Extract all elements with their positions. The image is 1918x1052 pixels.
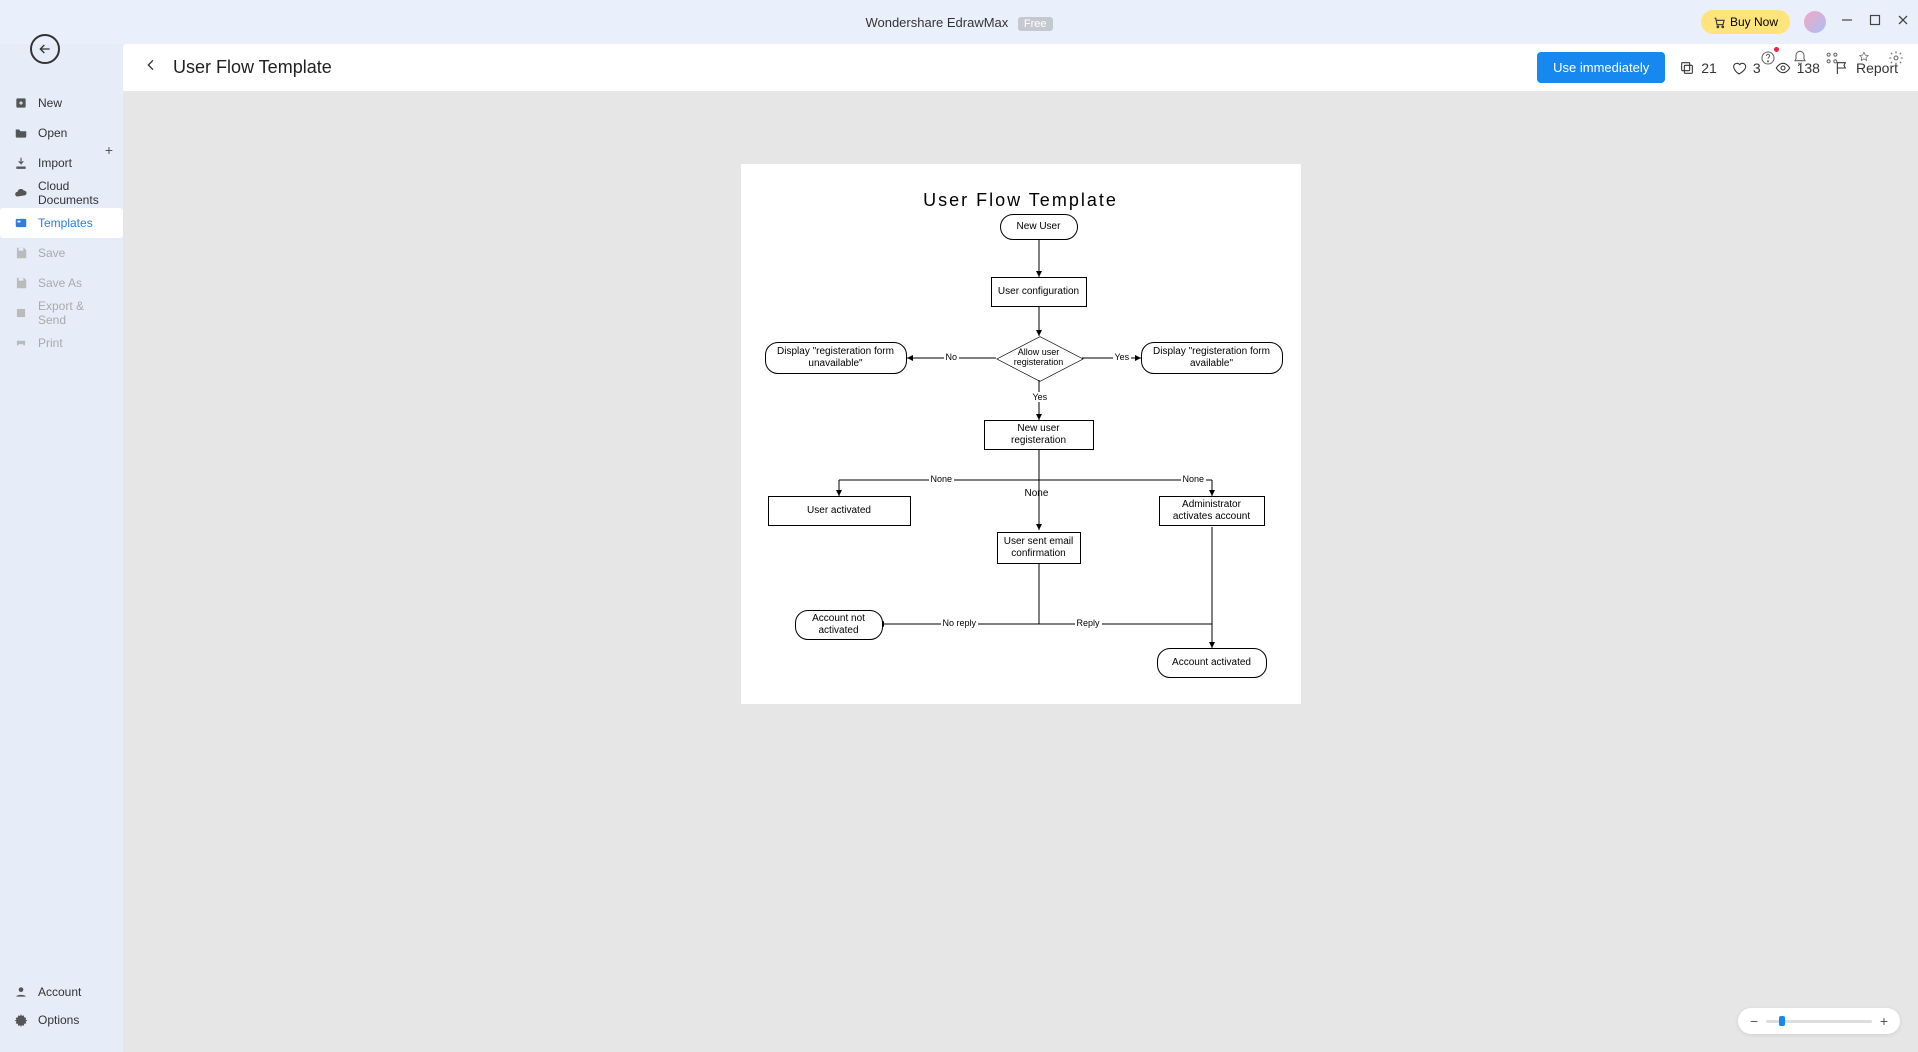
edge-label-no-reply: No reply	[941, 618, 979, 628]
node-decision[interactable]: Allow user registeration	[996, 336, 1082, 380]
edge-label-yes-down: Yes	[1031, 392, 1050, 402]
canvas-area[interactable]: User Flow Template	[123, 91, 1918, 1052]
page-title: User Flow Template	[173, 57, 332, 78]
content-header: User Flow Template Use immediately 21 3 …	[123, 44, 1918, 91]
back-button[interactable]	[30, 34, 60, 64]
edge-label-no: No	[944, 352, 960, 362]
sidebar-item-print[interactable]: Print	[0, 328, 123, 358]
zoom-slider[interactable]	[1766, 1020, 1872, 1023]
settings-icon[interactable]	[1888, 50, 1904, 66]
back-chevron[interactable]	[143, 57, 159, 78]
cloud-icon	[14, 186, 28, 200]
bell-icon[interactable]	[1792, 50, 1808, 66]
edge-label-reply: Reply	[1075, 618, 1102, 628]
node-decision-label: Allow user registeration	[996, 348, 1082, 368]
minimize-button[interactable]	[1840, 13, 1854, 32]
cart-icon	[1713, 16, 1726, 29]
sidebar-item-label: Options	[38, 1013, 79, 1027]
sidebar-item-label: New	[38, 96, 62, 110]
import-icon	[14, 156, 28, 170]
templates-icon	[14, 216, 28, 230]
sidebar-item-export[interactable]: Export & Send	[0, 298, 123, 328]
node-user-activated[interactable]: User activated	[768, 496, 911, 526]
avatar[interactable]	[1804, 11, 1826, 33]
sidebar-item-label: Import	[38, 156, 72, 170]
zoom-control[interactable]: − +	[1738, 1008, 1900, 1034]
grid-icon[interactable]	[1824, 50, 1840, 66]
folder-icon	[14, 126, 28, 140]
pin-icon[interactable]	[1856, 50, 1872, 66]
user-icon	[14, 985, 28, 999]
node-display-unavail[interactable]: Display "registeration form unavailable"	[765, 342, 907, 374]
edge-label-none-l: None	[929, 474, 955, 484]
edge-label-yes-right: Yes	[1113, 352, 1132, 362]
sidebar-item-label: Templates	[38, 216, 93, 230]
node-user-config[interactable]: User configuration	[991, 277, 1087, 307]
sidebar-item-label: Account	[38, 985, 81, 999]
label-none-mid: None	[1025, 488, 1049, 499]
app-title: Wondershare EdrawMax	[865, 15, 1008, 30]
new-plus-icon[interactable]: +	[105, 142, 113, 158]
copies-stat[interactable]: 21	[1679, 60, 1717, 76]
edge-label-none-r: None	[1181, 474, 1207, 484]
node-new-user-reg[interactable]: New user registeration	[984, 420, 1094, 450]
sidebar-item-save[interactable]: Save	[0, 238, 123, 268]
node-user-sent-email[interactable]: User sent email confirmation	[997, 532, 1081, 564]
titlebar: Wondershare EdrawMax Free Buy Now	[0, 0, 1918, 44]
save-icon	[14, 246, 28, 260]
print-icon	[14, 336, 28, 350]
use-immediately-button[interactable]: Use immediately	[1537, 52, 1665, 83]
sidebar: New + Open Import Cloud Documents Templa…	[0, 44, 123, 1052]
copies-count: 21	[1701, 60, 1717, 76]
node-admin-activates[interactable]: Administrator activates account	[1159, 496, 1265, 526]
sidebar-item-label: Cloud Documents	[38, 179, 109, 207]
export-icon	[14, 306, 28, 320]
node-display-avail[interactable]: Display "registeration form available"	[1141, 342, 1283, 374]
help-icon[interactable]	[1760, 50, 1776, 66]
sidebar-item-cloud[interactable]: Cloud Documents	[0, 178, 123, 208]
sidebar-item-account[interactable]: Account	[0, 978, 123, 1006]
sidebar-item-label: Open	[38, 126, 67, 140]
node-acct-activated[interactable]: Account activated	[1157, 648, 1267, 678]
maximize-button[interactable]	[1868, 13, 1882, 32]
saveas-icon	[14, 276, 28, 290]
buy-now-button[interactable]: Buy Now	[1701, 10, 1790, 34]
sidebar-item-options[interactable]: Options	[0, 1006, 123, 1034]
sidebar-item-saveas[interactable]: Save As	[0, 268, 123, 298]
likes-stat[interactable]: 3	[1731, 60, 1761, 76]
edition-badge: Free	[1018, 17, 1053, 31]
sidebar-item-templates[interactable]: Templates	[0, 208, 123, 238]
gear-icon	[14, 1013, 28, 1027]
close-button[interactable]	[1896, 13, 1910, 32]
plus-square-icon	[14, 96, 28, 110]
node-new-user[interactable]: New User	[1000, 214, 1078, 240]
sidebar-item-label: Export & Send	[38, 299, 109, 327]
canvas[interactable]: User Flow Template	[741, 164, 1301, 704]
sidebar-item-label: Print	[38, 336, 63, 350]
content: User Flow Template Use immediately 21 3 …	[123, 44, 1918, 1052]
sidebar-item-new[interactable]: New	[0, 88, 123, 118]
zoom-in-button[interactable]: +	[1880, 1013, 1888, 1029]
sidebar-item-label: Save	[38, 246, 65, 260]
toolbar-icons	[1760, 50, 1904, 66]
heart-icon	[1731, 60, 1747, 76]
node-acct-not-activated[interactable]: Account not activated	[795, 610, 883, 640]
buy-now-label: Buy Now	[1730, 15, 1778, 29]
sidebar-item-label: Save As	[38, 276, 82, 290]
copy-icon	[1679, 60, 1695, 76]
zoom-out-button[interactable]: −	[1750, 1013, 1758, 1029]
diagram-title: User Flow Template	[741, 190, 1301, 211]
app: New + Open Import Cloud Documents Templa…	[0, 44, 1918, 1052]
